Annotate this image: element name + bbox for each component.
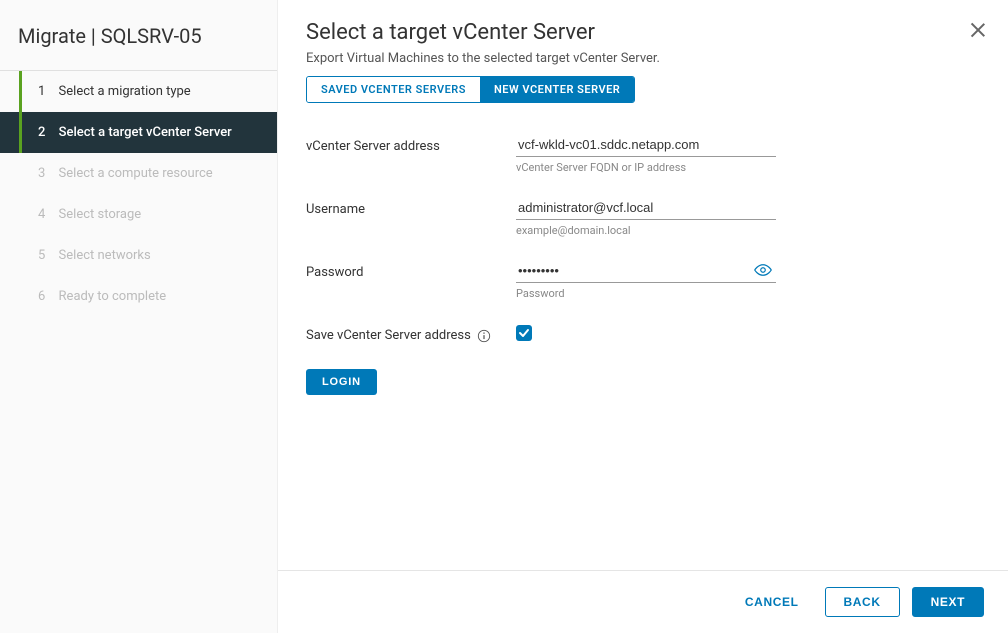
show-password-icon[interactable] bbox=[754, 261, 772, 283]
page-subtitle: Export Virtual Machines to the selected … bbox=[306, 51, 980, 66]
wizard-sidebar: Migrate | SQLSRV-05 1 Select a migration… bbox=[0, 0, 278, 633]
step-number: 5 bbox=[38, 248, 45, 263]
label-save-address-text: Save vCenter Server address bbox=[306, 328, 471, 343]
cancel-button[interactable]: CANCEL bbox=[731, 587, 813, 617]
wizard-steps: 1 Select a migration type 2 Select a tar… bbox=[0, 70, 277, 317]
tab-saved-servers[interactable]: SAVED VCENTER SERVERS bbox=[307, 77, 480, 102]
tab-new-server[interactable]: NEW VCENTER SERVER bbox=[480, 77, 634, 102]
save-address-checkbox[interactable] bbox=[516, 325, 532, 341]
wizard-footer: CANCEL BACK NEXT bbox=[278, 570, 1008, 633]
row-vcenter-address: vCenter Server address vCenter Server FQ… bbox=[306, 133, 980, 174]
step-label: Select a migration type bbox=[59, 84, 191, 99]
page-title: Select a target vCenter Server bbox=[306, 20, 980, 45]
step-label: Select storage bbox=[59, 207, 142, 222]
main-panel: Select a target vCenter Server Export Vi… bbox=[278, 0, 1008, 633]
label-vcenter-address: vCenter Server address bbox=[306, 133, 516, 154]
label-username: Username bbox=[306, 196, 516, 217]
hint-password: Password bbox=[516, 287, 776, 300]
step-5-networks: 5 Select networks bbox=[0, 235, 277, 276]
step-number: 2 bbox=[38, 125, 45, 140]
step-label: Ready to complete bbox=[59, 289, 167, 304]
step-3-compute-resource: 3 Select a compute resource bbox=[0, 153, 277, 194]
step-number: 3 bbox=[38, 166, 45, 181]
step-number: 6 bbox=[38, 289, 45, 304]
close-icon[interactable] bbox=[970, 22, 986, 38]
row-save-address: Save vCenter Server address bbox=[306, 322, 980, 343]
back-button[interactable]: BACK bbox=[825, 587, 900, 617]
wizard-title: Migrate | SQLSRV-05 bbox=[0, 0, 277, 70]
step-1-migration-type[interactable]: 1 Select a migration type bbox=[0, 71, 277, 112]
vcenter-address-input[interactable] bbox=[516, 133, 776, 157]
row-password: Password Password bbox=[306, 259, 980, 300]
label-save-address: Save vCenter Server address bbox=[306, 322, 516, 343]
step-4-storage: 4 Select storage bbox=[0, 194, 277, 235]
form-area: vCenter Server address vCenter Server FQ… bbox=[278, 109, 1008, 570]
login-button[interactable]: LOGIN bbox=[306, 369, 377, 395]
info-icon[interactable] bbox=[477, 329, 491, 343]
row-username: Username example@domain.local bbox=[306, 196, 980, 237]
label-password: Password bbox=[306, 259, 516, 280]
vcenter-tabs: SAVED VCENTER SERVERS NEW VCENTER SERVER bbox=[306, 76, 635, 103]
password-input[interactable] bbox=[516, 259, 776, 283]
step-6-ready: 6 Ready to complete bbox=[0, 276, 277, 317]
step-label: Select a target vCenter Server bbox=[59, 125, 232, 140]
step-label: Select networks bbox=[59, 248, 151, 263]
hint-vcenter-address: vCenter Server FQDN or IP address bbox=[516, 161, 776, 174]
main-header: Select a target vCenter Server Export Vi… bbox=[278, 0, 1008, 109]
next-button[interactable]: NEXT bbox=[912, 587, 984, 617]
step-number: 4 bbox=[38, 207, 45, 222]
step-label: Select a compute resource bbox=[59, 166, 213, 181]
step-number: 1 bbox=[38, 84, 45, 99]
step-2-target-vcenter[interactable]: 2 Select a target vCenter Server bbox=[0, 112, 277, 153]
username-input[interactable] bbox=[516, 196, 776, 220]
hint-username: example@domain.local bbox=[516, 224, 776, 237]
